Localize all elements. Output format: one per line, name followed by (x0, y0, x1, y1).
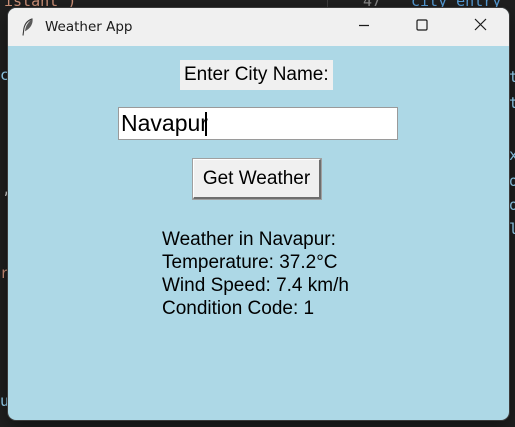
city-input[interactable] (118, 107, 398, 140)
editor-fragment: x (509, 146, 515, 164)
condition-code-text: Condition Code: 1 (162, 298, 315, 319)
editor-fragment: o (509, 172, 515, 190)
editor-fragment: l (509, 220, 515, 238)
weather-heading: Weather in Navapur: (162, 229, 336, 250)
window-controls (335, 8, 509, 46)
minimize-icon (358, 18, 370, 36)
city-name-label: Enter City Name: (180, 60, 333, 90)
weather-app-window: Weather App Enter City Name: Get Weather (8, 8, 509, 420)
editor-fragment: t (509, 94, 515, 112)
minimize-button[interactable] (335, 8, 393, 46)
editor-fragment: o (509, 196, 515, 214)
close-button[interactable] (451, 8, 509, 46)
wind-speed-text: Wind Speed: 7.4 km/h (162, 275, 349, 296)
get-weather-button[interactable]: Get Weather (192, 158, 322, 200)
close-icon (474, 18, 487, 36)
weather-result: Weather in Navapur: Temperature: 37.2°C … (162, 228, 349, 320)
maximize-icon (416, 18, 428, 36)
title-bar[interactable]: Weather App (8, 8, 509, 46)
temperature-text: Temperature: 37.2°C (162, 252, 338, 273)
text-cursor (205, 112, 207, 136)
feather-icon (21, 18, 35, 36)
window-title: Weather App (45, 19, 133, 35)
maximize-button[interactable] (393, 8, 451, 46)
editor-fragment: t (509, 68, 515, 86)
editor-divider (327, 0, 328, 8)
